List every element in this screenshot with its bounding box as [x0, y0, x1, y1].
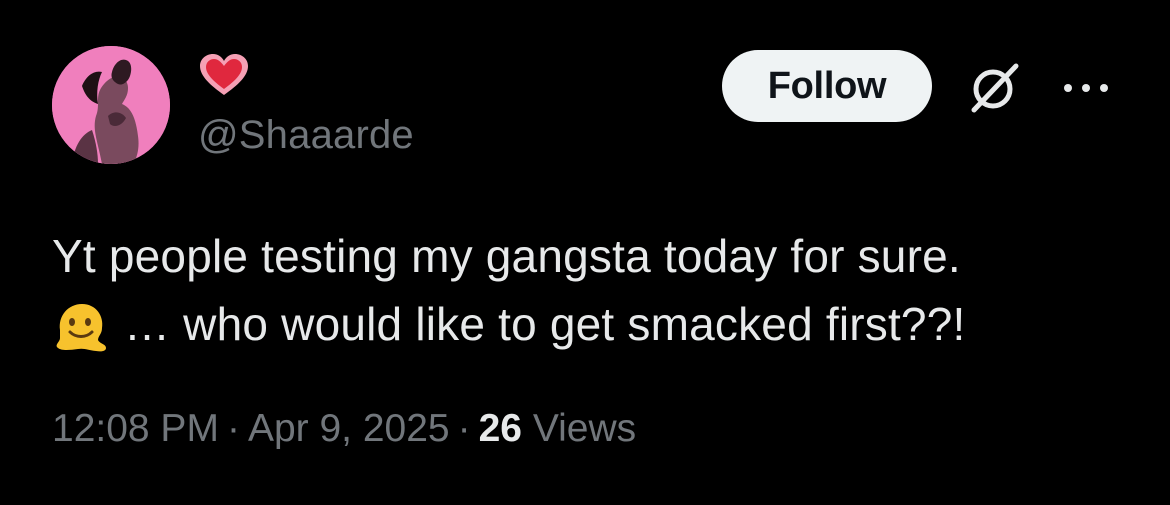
tweet-meta: 12:08 PM · Apr 9, 2025 · 26 Views — [52, 406, 636, 452]
meta-separator: · — [226, 407, 240, 450]
views-count[interactable]: 26 — [479, 407, 522, 450]
views-label[interactable]: Views — [533, 407, 636, 450]
red-heart-emoji-icon — [200, 54, 248, 95]
tweet-time[interactable]: 12:08 PM — [52, 407, 219, 450]
author-handle[interactable]: @Shaaarde — [198, 112, 414, 158]
follow-button[interactable]: Follow — [722, 50, 932, 122]
tweet-text-line-1: Yt people testing my gangsta today for s… — [52, 230, 961, 282]
avatar-photo — [52, 46, 170, 164]
tweet-text: Yt people testing my gangsta today for s… — [52, 222, 1132, 358]
melting-face-emoji — [56, 304, 106, 352]
tweet-card: @Shaaarde Follow Yt people testing my ga… — [0, 0, 1170, 505]
more-ellipsis-icon[interactable] — [1058, 80, 1114, 96]
avatar[interactable] — [52, 46, 170, 164]
tweet-text-line-2: … who would like to get smacked first??! — [52, 290, 1132, 358]
meta-separator: · — [457, 407, 471, 450]
grok-slash-icon[interactable] — [966, 60, 1022, 116]
tweet-text-line-2-text: … who would like to get smacked first??! — [124, 298, 966, 350]
tweet-date[interactable]: Apr 9, 2025 — [248, 407, 450, 450]
